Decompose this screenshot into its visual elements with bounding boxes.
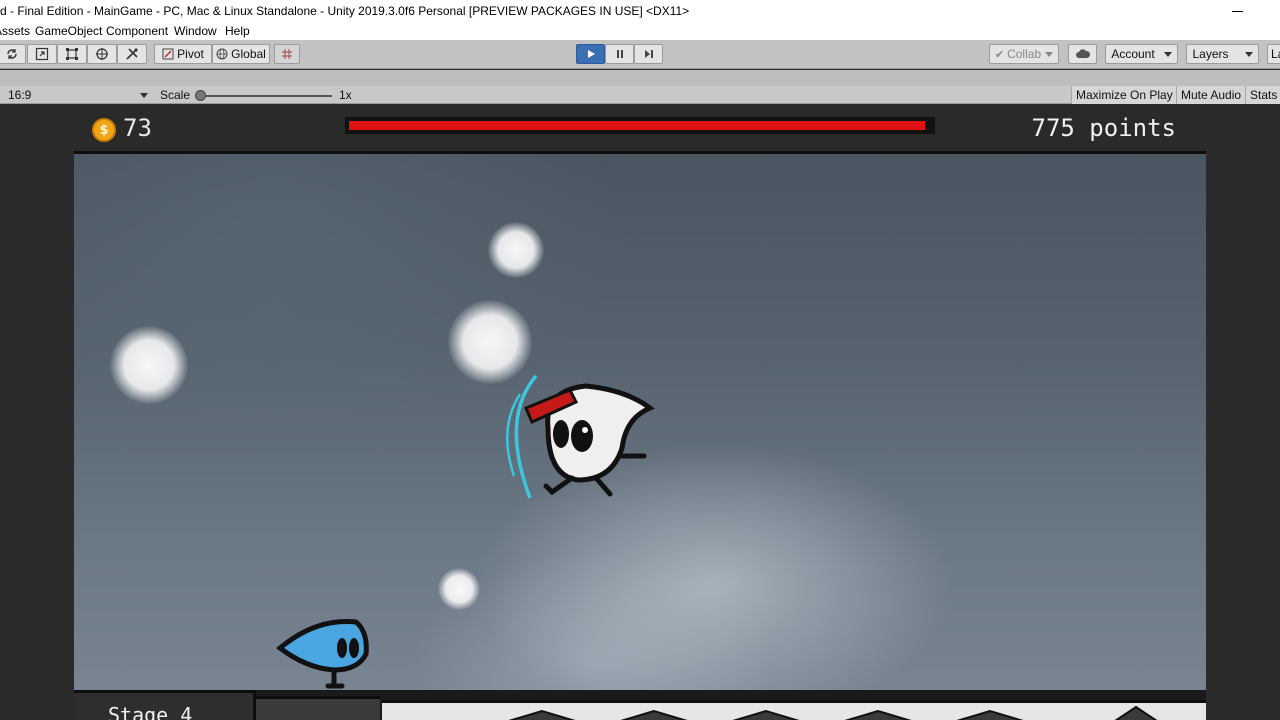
minimize-button[interactable] [1226,2,1250,20]
scale-value: 1x [339,88,352,102]
cloud-button[interactable] [1068,44,1097,64]
pivot-toggle[interactable]: Pivot [154,44,212,64]
chevron-down-icon [1163,51,1172,57]
game-viewport[interactable] [74,104,1206,720]
title-bar: d - Final Edition - MainGame - PC, Mac &… [0,0,1280,22]
chevron-down-icon [140,93,148,98]
collab-label: Collab [1007,47,1042,61]
ground-platform [256,696,380,720]
coin-count: 73 [123,114,152,142]
scale-icon [35,47,49,61]
spike-floor [382,700,1206,720]
account-label: Account [1111,47,1155,61]
global-label: Global [231,47,266,61]
menu-bar: Assets GameObject Component Window Help [0,22,1280,40]
glowing-orb [110,326,188,404]
pause-icon [616,50,623,58]
layout-label: La [1271,47,1280,61]
scale-tool-button[interactable] [27,44,57,64]
menu-assets[interactable]: Assets [0,24,30,38]
global-toggle[interactable]: Global [212,44,270,64]
layers-label: Layers [1192,47,1229,61]
points-score: 775 points [1031,114,1177,142]
layers-dropdown[interactable]: Layers [1186,44,1259,64]
chevron-down-icon [1244,51,1253,57]
pause-button[interactable] [605,44,634,64]
menu-component[interactable]: Component [106,24,168,38]
rotate-icon [7,49,17,59]
cloud-icon [1075,49,1090,58]
check-icon: ✔ [994,48,1005,61]
pivot-icon [162,48,174,60]
coin-icon: $ [92,118,116,142]
glowing-orb [488,222,544,278]
play-button[interactable] [576,44,605,64]
scale-slider-thumb[interactable] [195,90,206,101]
layout-dropdown[interactable]: La [1267,44,1280,64]
grid-snap-icon [282,49,292,59]
scale-slider[interactable] [200,95,332,97]
maximize-on-play-toggle[interactable]: Maximize On Play [1071,86,1177,104]
health-bar-fill [349,121,925,130]
menu-help[interactable]: Help [225,24,250,38]
rotate-tool-button[interactable] [0,44,26,64]
stats-toggle[interactable]: Stats [1245,86,1280,104]
main-toolbar: Pivot Global ✔ Collab Account Layers La [0,40,1280,69]
ninja-player-sprite [506,374,655,499]
stage-label: Stage 4 [108,703,193,720]
menu-gameobject[interactable]: GameObject [35,24,102,38]
game-view-controls: 16:9 Scale 1x Maximize On Play Mute Audi… [0,86,1280,104]
scale-label: Scale [160,88,191,102]
rect-tool-icon [66,48,78,60]
aspect-dropdown[interactable]: 16:9 [8,88,31,102]
rect-tool-button[interactable] [57,44,87,64]
tools-icon [126,48,138,60]
globe-icon [216,48,228,60]
mute-audio-toggle[interactable]: Mute Audio [1176,86,1246,104]
play-icon [587,50,595,58]
blue-enemy-sprite [275,619,369,689]
window-title: d - Final Edition - MainGame - PC, Mac &… [0,4,690,18]
step-icon [644,50,653,58]
pivot-label: Pivot [177,47,204,61]
game-tab-strip [0,70,1280,86]
collab-dropdown[interactable]: ✔ Collab [989,44,1059,64]
transform-icon [96,48,108,60]
chevron-down-icon [1045,51,1054,57]
menu-window[interactable]: Window [174,24,217,38]
health-bar [345,117,935,134]
snap-button[interactable] [274,44,300,64]
transform-tool-button[interactable] [87,44,117,64]
glowing-orb [438,568,480,610]
custom-tool-button[interactable] [117,44,147,64]
spikes [508,705,1158,720]
step-button[interactable] [634,44,663,64]
account-dropdown[interactable]: Account [1105,44,1178,64]
